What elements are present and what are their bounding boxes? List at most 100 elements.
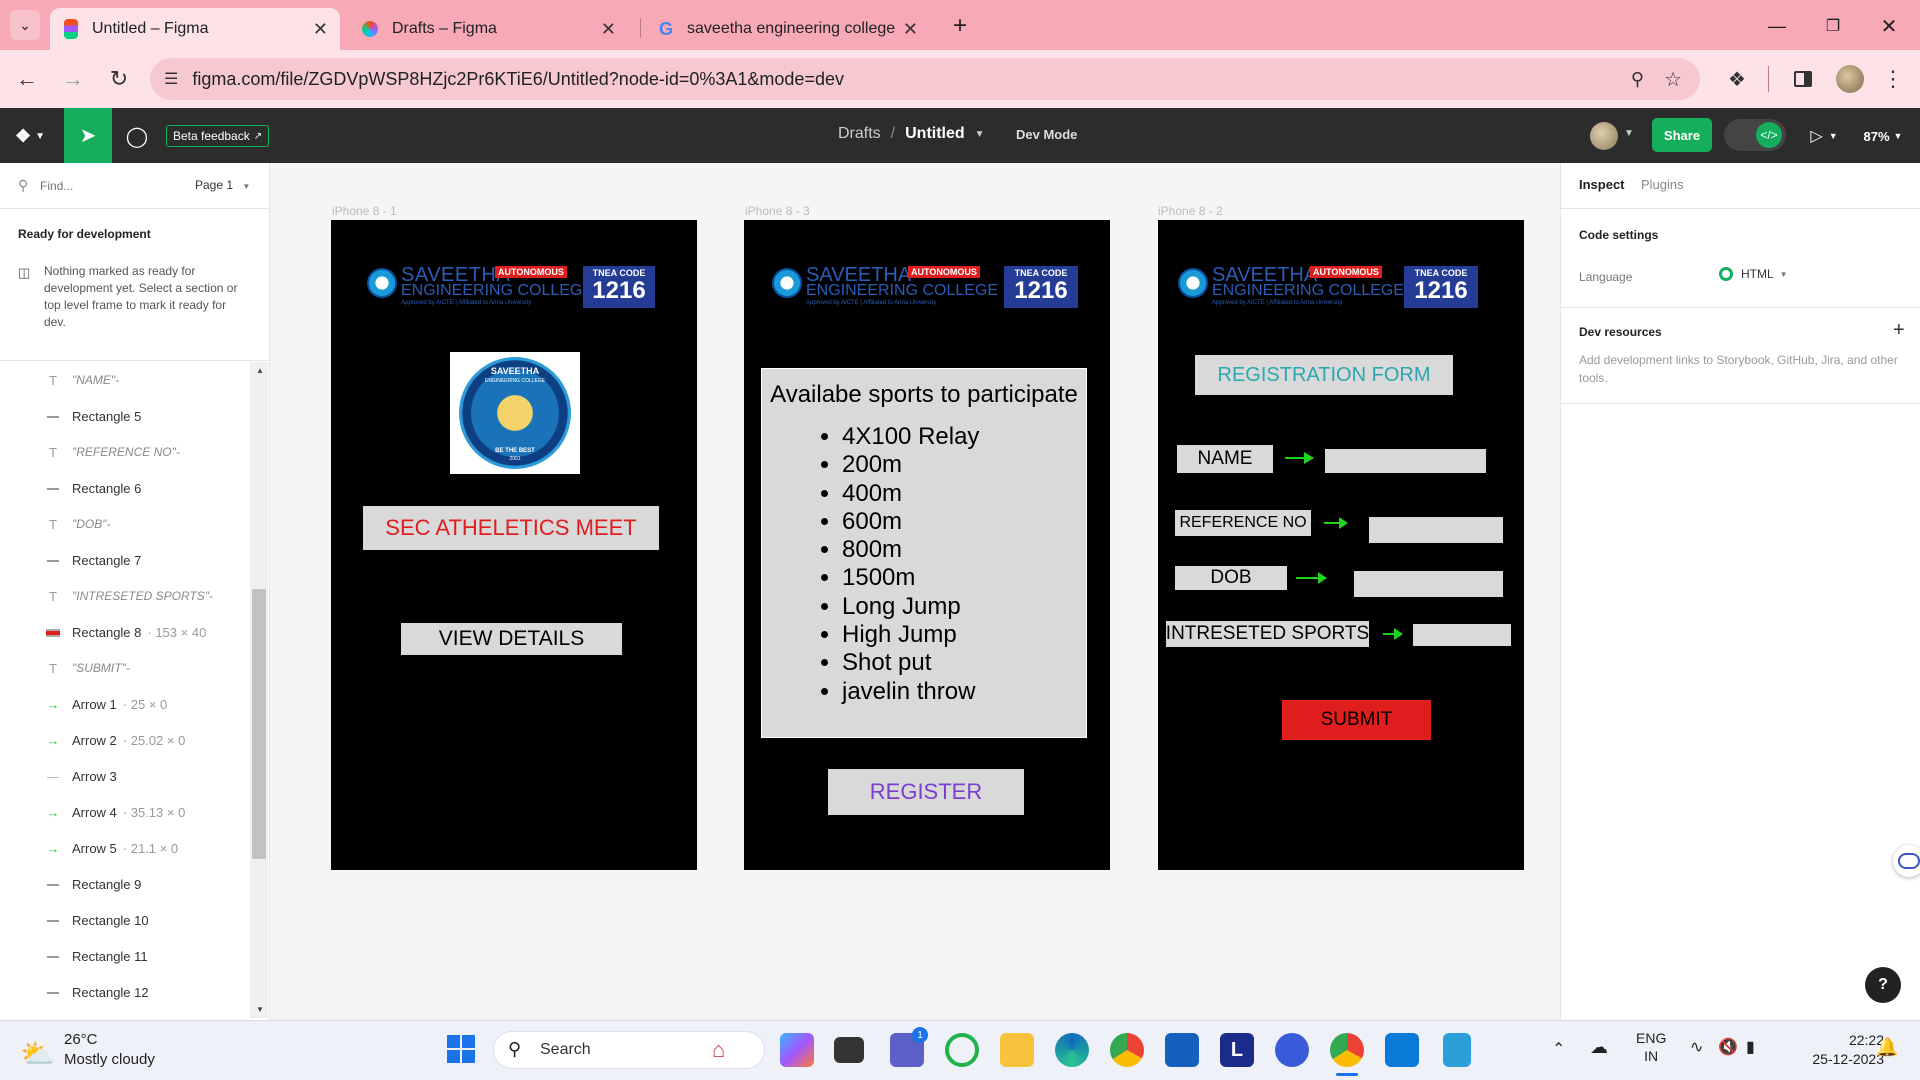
reload-button[interactable]: ↻ xyxy=(104,64,134,94)
forward-button[interactable]: → xyxy=(58,64,88,94)
file-explorer-dark-icon[interactable] xyxy=(834,1037,864,1063)
tab-untitled-figma[interactable]: Untitled – Figma ✕ xyxy=(50,8,340,50)
layer-item[interactable]: Rectangle 9 xyxy=(0,866,250,902)
frame-iphone-8-2[interactable]: SAVEETHA ENGINEERING COLLEGE AUTONOMOUS … xyxy=(1158,220,1524,870)
edge-icon[interactable] xyxy=(1055,1033,1089,1067)
layer-item[interactable]: Arrow 3 xyxy=(0,758,250,794)
dob-input[interactable] xyxy=(1354,571,1503,597)
notifications-bell-icon[interactable]: 🔔 xyxy=(1876,1037,1898,1058)
tab-drafts-figma[interactable]: Drafts – Figma ✕ xyxy=(348,8,628,50)
store-icon[interactable] xyxy=(1165,1033,1199,1067)
volume-muted-icon[interactable]: 🔇 xyxy=(1718,1037,1738,1057)
tab-search-button[interactable]: ⌄ xyxy=(10,10,40,40)
address-bar[interactable]: ☰ figma.com/file/ZGDVpWSP8HZjc2Pr6KTiE6/… xyxy=(150,58,1700,100)
tray-chevron-up-icon[interactable]: ⌃ xyxy=(1552,1039,1565,1059)
name-input[interactable] xyxy=(1325,449,1486,473)
beta-feedback-button[interactable]: Beta feedback ↗ xyxy=(166,125,270,147)
layer-item[interactable]: Rectangle 5 xyxy=(0,398,250,434)
windows-start-icon[interactable] xyxy=(447,1035,477,1065)
frame-label[interactable]: iPhone 8 - 3 xyxy=(745,204,810,218)
layer-item[interactable]: Rectangle 11 xyxy=(0,938,250,974)
weather-widget[interactable]: ⛅ xyxy=(18,1033,56,1069)
chrome-profile-icon[interactable] xyxy=(1330,1033,1364,1067)
zoom-dropdown[interactable]: 87% ▼ xyxy=(1858,122,1908,150)
layer-scrollbar[interactable]: ▲ ▼ xyxy=(250,362,268,1018)
language-dropdown[interactable]: HTML ▼ xyxy=(1719,267,1788,281)
present-button[interactable]: ▷ ▼ xyxy=(1804,122,1844,150)
frame-label[interactable]: iPhone 8 - 2 xyxy=(1158,204,1223,218)
frame-iphone-8-1[interactable]: SAVEETHA ENGINEERING COLLEGE AUTONOMOUS … xyxy=(331,220,697,870)
clock[interactable]: 22:22 25-12-2023 xyxy=(1784,1031,1884,1069)
site-info-icon[interactable]: ☰ xyxy=(164,69,178,89)
taskbar-search[interactable]: ⚲ Search ⌂ xyxy=(493,1031,765,1069)
register-button[interactable]: REGISTER xyxy=(828,769,1024,815)
layer-item[interactable]: T "SUBMIT"- xyxy=(0,650,250,686)
restore-button[interactable]: ❐ xyxy=(1818,12,1848,40)
layer-item[interactable]: T "INTRESETED SPORTS"- xyxy=(0,578,250,614)
comment-tool-icon[interactable]: ◯ xyxy=(122,122,152,150)
chrome-icon[interactable] xyxy=(1110,1033,1144,1067)
side-panel-icon[interactable] xyxy=(1788,64,1818,94)
zoom-icon[interactable]: ⚲ xyxy=(1631,69,1644,90)
frame-label[interactable]: iPhone 8 - 1 xyxy=(332,204,397,218)
interested-sports-input[interactable] xyxy=(1413,624,1511,646)
refresh-app-icon[interactable] xyxy=(945,1033,979,1067)
layer-item[interactable]: → Arrow 4 · 35.13 × 0 xyxy=(0,794,250,830)
minimize-button[interactable]: — xyxy=(1762,12,1792,40)
close-tab-icon[interactable]: ✕ xyxy=(601,19,616,40)
layer-item[interactable]: T "DOB"- xyxy=(0,506,250,542)
reference-no-input[interactable] xyxy=(1369,517,1503,543)
back-button[interactable]: ← xyxy=(12,64,42,94)
tab-inspect[interactable]: Inspect xyxy=(1579,177,1625,192)
vscode-icon[interactable] xyxy=(1385,1033,1419,1067)
layer-item[interactable]: Rectangle 7 xyxy=(0,542,250,578)
bookmark-star-icon[interactable]: ☆ xyxy=(1664,67,1682,92)
scroll-down-icon[interactable]: ▼ xyxy=(256,1005,264,1014)
copilot-icon[interactable] xyxy=(780,1033,814,1067)
layer-item[interactable]: Rectangle 8 · 153 × 40 xyxy=(0,614,250,650)
dev-mode-toggle[interactable]: </> xyxy=(1724,119,1786,151)
layer-item[interactable]: → Arrow 2 · 25.02 × 0 xyxy=(0,722,250,758)
notepad-icon[interactable] xyxy=(1443,1033,1471,1067)
help-button[interactable]: ? xyxy=(1865,967,1901,1003)
add-resource-icon[interactable]: + xyxy=(1893,319,1905,342)
select-tool-button[interactable]: ➤ xyxy=(64,108,112,163)
folder-icon[interactable] xyxy=(1000,1033,1034,1067)
submit-button[interactable]: SUBMIT xyxy=(1282,700,1431,740)
layer-item[interactable]: → Arrow 1 · 25 × 0 xyxy=(0,686,250,722)
layer-item[interactable]: Rectangle 10 xyxy=(0,902,250,938)
app-icon[interactable] xyxy=(1275,1033,1309,1067)
assistant-bot-icon[interactable] xyxy=(1893,845,1920,877)
browser-menu-icon[interactable]: ⋮ xyxy=(1880,64,1906,94)
teams-icon[interactable]: 1 xyxy=(890,1027,928,1067)
battery-icon[interactable]: ▮ xyxy=(1746,1037,1755,1057)
layer-item[interactable]: → Arrow 5 · 21.1 × 0 xyxy=(0,830,250,866)
language-indicator[interactable]: ENG IN xyxy=(1636,1029,1666,1065)
layer-item[interactable]: Rectangle 6 xyxy=(0,470,250,506)
onedrive-cloud-icon[interactable]: ☁ xyxy=(1590,1037,1608,1058)
view-details-button[interactable]: VIEW DETAILS xyxy=(401,623,622,655)
layer-item[interactable]: T "REFERENCE NO"- xyxy=(0,434,250,470)
new-tab-button[interactable]: + xyxy=(946,12,974,40)
share-button[interactable]: Share xyxy=(1652,118,1712,152)
scrollbar-thumb[interactable] xyxy=(252,589,266,859)
close-tab-icon[interactable]: ✕ xyxy=(313,19,328,40)
breadcrumb-drafts[interactable]: Drafts xyxy=(838,125,881,143)
scroll-up-icon[interactable]: ▲ xyxy=(256,366,264,375)
user-avatar[interactable] xyxy=(1590,122,1618,150)
frame-iphone-8-3[interactable]: SAVEETHA ENGINEERING COLLEGE AUTONOMOUS … xyxy=(744,220,1110,870)
layer-item[interactable]: Rectangle 12 xyxy=(0,974,250,1010)
profile-avatar[interactable] xyxy=(1836,65,1864,93)
layer-item[interactable]: T "NAME"- xyxy=(0,362,250,398)
chevron-down-icon[interactable]: ▼ xyxy=(975,129,985,140)
find-input[interactable] xyxy=(40,175,170,197)
tab-plugins[interactable]: Plugins xyxy=(1641,177,1684,192)
extensions-icon[interactable]: ❖ xyxy=(1722,64,1752,94)
close-window-button[interactable]: ✕ xyxy=(1874,12,1904,40)
close-tab-icon[interactable]: ✕ xyxy=(903,19,918,40)
chevron-down-icon[interactable]: ▼ xyxy=(1624,128,1634,139)
figma-main-menu[interactable]: ❖ ▼ xyxy=(10,122,50,150)
page-selector[interactable]: Page 1 ▼ xyxy=(195,178,250,192)
design-canvas[interactable]: iPhone 8 - 1 SAVEETHA ENGINEERING COLLEG… xyxy=(270,163,1560,1020)
l-app-icon[interactable]: L xyxy=(1220,1033,1254,1067)
